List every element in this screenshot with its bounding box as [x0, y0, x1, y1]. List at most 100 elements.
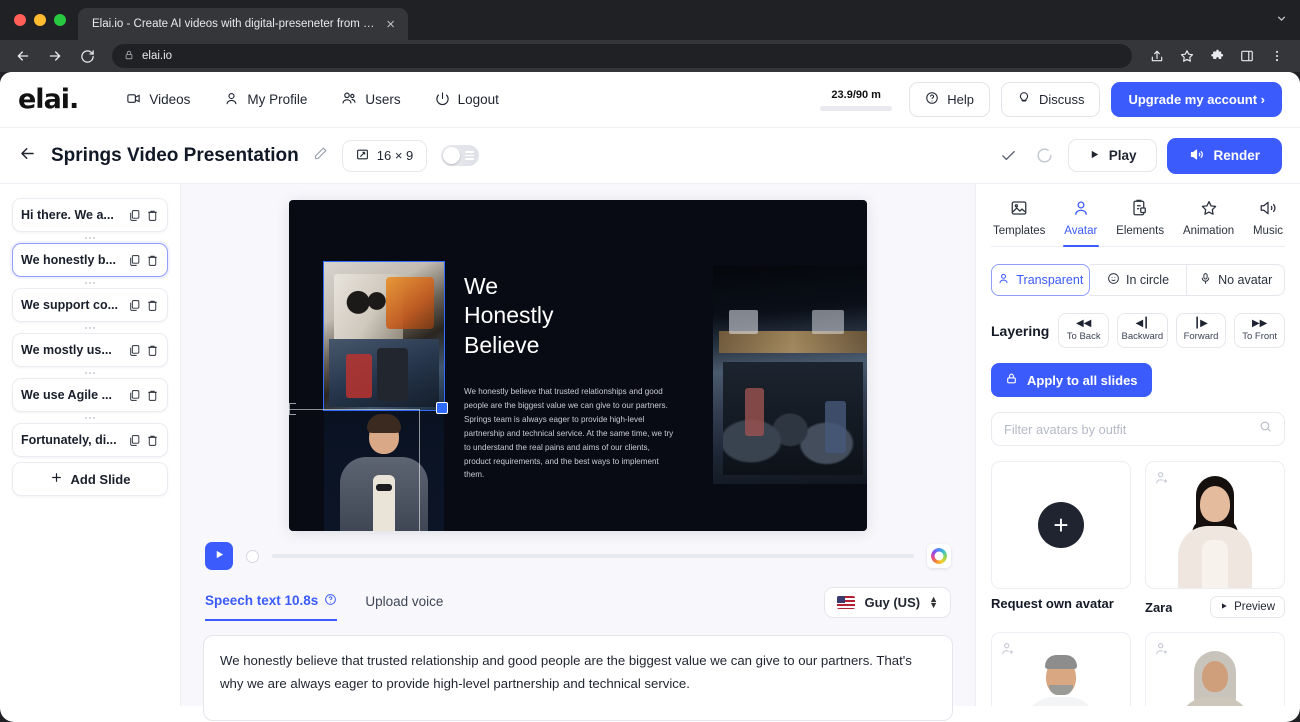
layering-to-back-button[interactable]: ◀◀ To Back [1058, 313, 1110, 348]
nav-item-users[interactable]: Users [327, 82, 414, 117]
search-icon[interactable] [1259, 420, 1272, 438]
browser-tab[interactable]: Elai.io - Create AI videos with digital-… [78, 8, 408, 40]
timeline-scrubber-handle[interactable] [246, 549, 259, 563]
slide-item[interactable]: We support co... [12, 288, 168, 322]
copy-icon[interactable] [128, 299, 141, 312]
tab-speech-text[interactable]: Speech text 10.8s [205, 593, 338, 621]
tab-music[interactable]: Music [1251, 194, 1285, 246]
loading-spinner-icon[interactable] [1032, 143, 1058, 169]
copy-icon[interactable] [128, 254, 141, 267]
trash-icon[interactable] [146, 299, 159, 312]
slide-item[interactable]: We use Agile ... [12, 378, 168, 412]
reload-icon[interactable] [74, 43, 100, 69]
avatar-thumbnail[interactable] [1145, 461, 1285, 589]
share-icon[interactable] [1144, 43, 1170, 69]
timeline-track[interactable] [272, 554, 914, 558]
copy-icon[interactable] [128, 209, 141, 222]
avatar-mode-in-circle[interactable]: In circle [1089, 264, 1188, 296]
info-circle-icon[interactable] [324, 593, 337, 609]
avatar-thumbnail[interactable]: + [991, 461, 1131, 589]
avatar-illustration [1019, 647, 1103, 706]
avatar-thumbnail[interactable] [1145, 632, 1285, 706]
back-icon[interactable] [10, 43, 36, 69]
avatar-card-zara[interactable]: Zara Preview [1145, 461, 1285, 618]
upgrade-account-button[interactable]: Upgrade my account › [1111, 82, 1282, 117]
help-button[interactable]: Help [909, 82, 990, 117]
search-input[interactable] [1004, 421, 1259, 437]
slide-item[interactable]: Fortunately, di... [12, 423, 168, 457]
address-bar[interactable]: elai.io [112, 44, 1132, 68]
layering-backward-button[interactable]: ◀┃ Backward [1117, 313, 1168, 348]
color-wheel-icon[interactable] [927, 544, 951, 568]
selection-box[interactable] [323, 261, 448, 414]
avatar-thumbnail[interactable] [991, 632, 1131, 706]
forward-icon[interactable] [42, 43, 68, 69]
trash-icon[interactable] [146, 344, 159, 357]
tab-avatar[interactable]: Avatar [1062, 194, 1099, 246]
preview-button[interactable]: Preview [1210, 596, 1285, 618]
resize-handle[interactable] [436, 402, 448, 414]
nav-item-logout[interactable]: Logout [421, 83, 513, 117]
tab-templates[interactable]: Templates [991, 194, 1047, 246]
layering-forward-button[interactable]: ┃▶ Forward [1175, 313, 1227, 348]
caption-toggle[interactable] [441, 145, 480, 166]
copy-icon[interactable] [128, 434, 141, 447]
trash-icon[interactable] [146, 389, 159, 402]
copy-icon[interactable] [128, 344, 141, 357]
avatar-mode-transparent[interactable]: Transparent [991, 264, 1090, 296]
avatar-filter-field[interactable] [991, 412, 1285, 446]
window-controls[interactable] [10, 0, 78, 40]
trash-icon[interactable] [146, 254, 159, 267]
more-menu-icon[interactable] [1264, 43, 1290, 69]
nav-item-label: My Profile [247, 92, 308, 107]
copy-icon[interactable] [128, 389, 141, 402]
add-person-icon[interactable] [1154, 470, 1170, 491]
tab-list-button[interactable] [1275, 0, 1300, 40]
pencil-icon[interactable] [313, 146, 328, 166]
slide-drag-handle[interactable] [12, 277, 168, 288]
add-slide-button[interactable]: Add Slide [12, 462, 168, 496]
layering-to-front-button[interactable]: ▶▶ To Front [1234, 313, 1285, 348]
slide-drag-handle[interactable] [12, 232, 168, 243]
check-icon[interactable] [996, 143, 1022, 169]
avatar-mode-no-avatar[interactable]: No avatar [1187, 264, 1286, 296]
nav-item-videos[interactable]: Videos [112, 83, 204, 117]
play-button[interactable]: Play [1067, 139, 1158, 172]
maximize-window-button[interactable] [54, 14, 66, 26]
avatar-card-request[interactable]: + Request own avatar [991, 461, 1131, 618]
tab-elements[interactable]: Elements [1114, 194, 1166, 246]
video-canvas[interactable]: We Honestly Believe We honestly believe th… [289, 200, 867, 531]
slide-drag-handle[interactable] [12, 322, 168, 333]
render-button[interactable]: Render [1167, 137, 1282, 174]
extensions-puzzle-icon[interactable] [1204, 43, 1230, 69]
timeline-play-button[interactable] [205, 542, 233, 570]
tab-animation[interactable]: Animation [1181, 194, 1236, 246]
slide-drag-handle[interactable] [12, 367, 168, 378]
avatar-card-hijab[interactable] [1145, 632, 1285, 706]
tab-upload-voice[interactable]: Upload voice [365, 594, 443, 619]
apply-to-all-slides-button[interactable]: Apply to all slides [991, 363, 1152, 397]
aspect-ratio-button[interactable]: 16 × 9 [341, 139, 428, 172]
side-panel-icon[interactable] [1234, 43, 1260, 69]
arrow-left-icon[interactable] [18, 144, 37, 167]
slide-item[interactable]: We honestly b... [12, 243, 168, 277]
trash-icon[interactable] [146, 209, 159, 222]
close-window-button[interactable] [14, 14, 26, 26]
voice-selector[interactable]: Guy (US) ▲ ▼ [824, 587, 951, 618]
slide-item[interactable]: We mostly us... [12, 333, 168, 367]
speech-text-input[interactable]: We honestly believe that trusted relatio… [203, 635, 953, 721]
trash-icon[interactable] [146, 434, 159, 447]
avatar-presenter[interactable] [324, 410, 444, 531]
minimize-window-button[interactable] [34, 14, 46, 26]
add-person-icon[interactable] [1000, 641, 1016, 662]
add-person-icon[interactable] [1154, 641, 1170, 662]
close-icon[interactable]: × [383, 17, 398, 32]
bookmark-star-icon[interactable] [1174, 43, 1200, 69]
discuss-button[interactable]: Discuss [1000, 82, 1101, 117]
nav-item-my-profile[interactable]: My Profile [210, 83, 321, 117]
slide-item[interactable]: Hi there. We a... [12, 198, 168, 232]
avatar-card-doctor[interactable] [991, 632, 1131, 706]
app-logo[interactable]: elai. [18, 84, 79, 115]
slide-drag-handle[interactable] [12, 412, 168, 423]
slide-image-right[interactable] [713, 266, 867, 484]
